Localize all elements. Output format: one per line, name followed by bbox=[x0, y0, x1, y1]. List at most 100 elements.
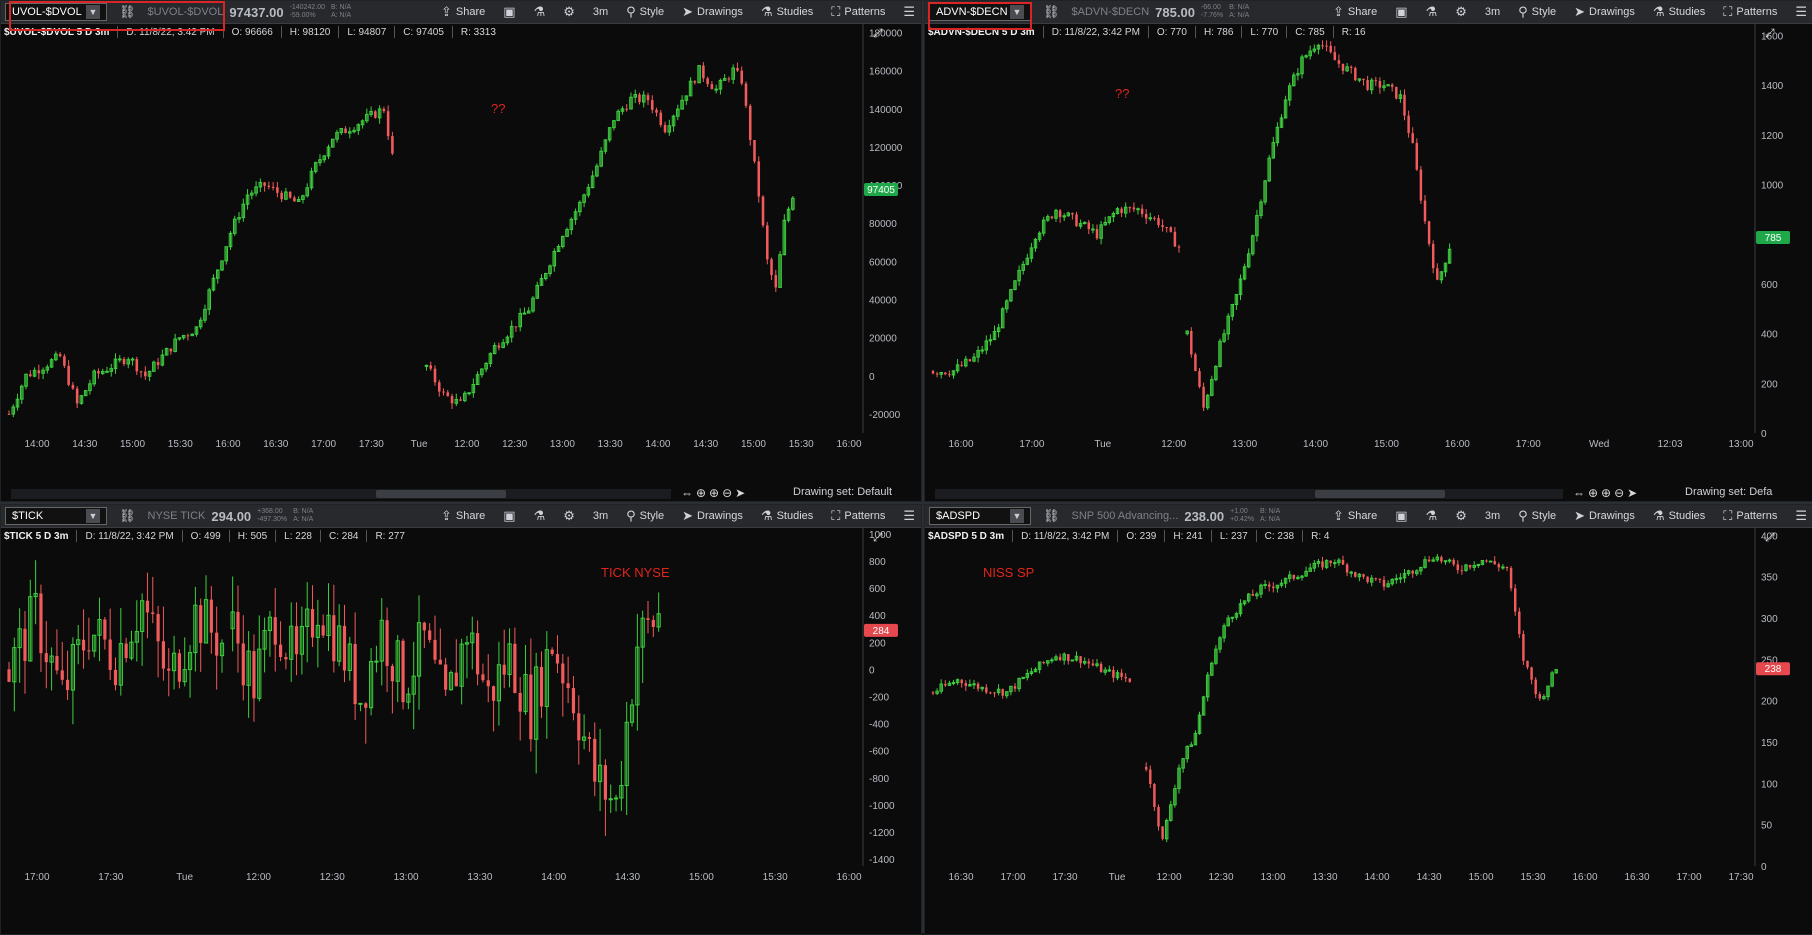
style-icon: ⚲ bbox=[626, 508, 636, 523]
x-tick-label: 15:30 bbox=[1520, 872, 1545, 883]
last-price-badge-text: 284 bbox=[873, 626, 890, 637]
settings-button[interactable]: ⚙ bbox=[1449, 3, 1473, 21]
symbol-selector[interactable]: $TICK ▼ bbox=[5, 507, 107, 525]
flask-button[interactable]: ⚗ bbox=[528, 3, 552, 21]
share-button[interactable]: ⇪ Share bbox=[435, 3, 491, 21]
y-tick-label: -800 bbox=[869, 774, 889, 785]
patterns-button[interactable]: ⛶ Patterns bbox=[825, 507, 891, 525]
drawings-button[interactable]: ➤ Drawings bbox=[676, 3, 749, 21]
chart-scrollbar[interactable] bbox=[11, 489, 671, 499]
chevron-down-icon[interactable]: ▼ bbox=[1010, 509, 1024, 523]
share-button[interactable]: ⇪ Share bbox=[435, 507, 491, 525]
candle-body bbox=[81, 639, 86, 651]
expand-icon[interactable]: ⤢ bbox=[1764, 530, 1775, 544]
net-change: +1.00 +0.42% bbox=[1230, 508, 1255, 523]
studies-button[interactable]: ⚗ Studies bbox=[755, 3, 819, 21]
link-icon[interactable]: ⛓ bbox=[1037, 507, 1066, 525]
chart-annotation[interactable]: ?? bbox=[491, 101, 505, 116]
settings-button[interactable]: ⚙ bbox=[1449, 507, 1473, 525]
drawing-set-label[interactable]: Drawing set: Default bbox=[793, 486, 892, 498]
candle-body bbox=[113, 669, 118, 686]
price-chart[interactable]: 40035030025020015010050016:30 17:00 17:30 T… bbox=[925, 527, 1812, 916]
share-icon: ⇪ bbox=[1332, 508, 1344, 523]
bid-ask: B: N/A A: N/A bbox=[330, 4, 352, 19]
symbol-selector[interactable]: $ADSPD ▼ bbox=[929, 507, 1031, 525]
x-tick-label: 12:30 bbox=[502, 439, 527, 450]
chevron-down-icon[interactable]: ▼ bbox=[86, 5, 100, 19]
drawings-button[interactable]: ➤ Drawings bbox=[1568, 507, 1641, 525]
flask-button[interactable]: ⚗ bbox=[1420, 507, 1444, 525]
candle-body bbox=[44, 653, 48, 663]
price-chart[interactable]: 1600140012001000800600400200016:0017:00T… bbox=[925, 23, 1812, 483]
menu-button[interactable]: ☰ bbox=[897, 507, 921, 525]
candle-body bbox=[757, 161, 761, 197]
style-button[interactable]: ⚲ Style bbox=[1512, 3, 1562, 21]
price-chart[interactable]: 10008006004002000-200-400-600-800-1000-1… bbox=[1, 527, 921, 916]
chart-annotation[interactable]: ?? bbox=[1115, 86, 1129, 101]
patterns-button[interactable]: ⛶ Patterns bbox=[825, 3, 891, 21]
settings-button[interactable]: ⚙ bbox=[557, 507, 581, 525]
menu-button[interactable]: ☰ bbox=[1789, 3, 1812, 21]
timeframe-button[interactable]: 3m bbox=[1479, 3, 1506, 21]
studies-button[interactable]: ⚗ Studies bbox=[1647, 507, 1711, 525]
candle-body bbox=[65, 679, 70, 691]
zoom-controls[interactable]: ⇔⊕⊕⊖➤ bbox=[681, 486, 748, 500]
snapshot-button[interactable]: ▣ bbox=[1389, 3, 1413, 21]
menu-button[interactable]: ☰ bbox=[897, 3, 921, 21]
style-button[interactable]: ⚲ Style bbox=[620, 3, 670, 21]
candle-body bbox=[1395, 86, 1398, 99]
price-chart[interactable]: 1800001600001400001200001000008000060000… bbox=[1, 23, 921, 483]
candle-body bbox=[555, 653, 560, 664]
candle-body bbox=[1112, 669, 1115, 678]
studies-button[interactable]: ⚗ Studies bbox=[755, 507, 819, 525]
link-icon[interactable]: ⛓ bbox=[1037, 3, 1066, 21]
candle-body bbox=[1333, 52, 1337, 61]
timeframe-button[interactable]: 3m bbox=[587, 3, 614, 21]
flask-icon: ⚗ bbox=[1652, 4, 1665, 19]
chevron-down-icon[interactable]: ▼ bbox=[86, 509, 100, 523]
expand-icon[interactable]: ⤢ bbox=[872, 26, 883, 40]
timeframe-button[interactable]: 3m bbox=[587, 507, 614, 525]
drawings-button[interactable]: ➤ Drawings bbox=[676, 507, 749, 525]
x-tick-label: 16:30 bbox=[948, 872, 973, 883]
flask-button[interactable]: ⚗ bbox=[1420, 3, 1444, 21]
settings-button[interactable]: ⚙ bbox=[557, 3, 581, 21]
chart-annotation[interactable]: TICK NYSE bbox=[601, 565, 670, 580]
share-button[interactable]: ⇪ Share bbox=[1327, 507, 1383, 525]
link-icon[interactable]: ⛓ bbox=[113, 507, 142, 525]
patterns-button[interactable]: ⛶ Patterns bbox=[1717, 3, 1783, 21]
zoom-controls[interactable]: ⇔⊕⊕⊖➤ bbox=[1573, 486, 1640, 500]
timeframe-button[interactable]: 3m bbox=[1479, 507, 1506, 525]
candle-body bbox=[1050, 659, 1054, 662]
snapshot-button[interactable]: ▣ bbox=[497, 3, 521, 21]
snapshot-button[interactable]: ▣ bbox=[497, 507, 521, 525]
y-tick-label: 1400 bbox=[1761, 81, 1784, 92]
studies-button[interactable]: ⚗ Studies bbox=[1647, 3, 1711, 21]
chart-annotation[interactable]: NISS SP bbox=[983, 565, 1034, 580]
chevron-down-icon[interactable]: ▼ bbox=[1010, 5, 1024, 19]
symbol-selector[interactable]: UVOL-$DVOL ▼ bbox=[5, 3, 107, 21]
expand-icon[interactable]: ⤢ bbox=[872, 530, 883, 544]
flask-button[interactable]: ⚗ bbox=[528, 507, 552, 525]
symbol-selector[interactable]: ADVN-$DECN ▼ bbox=[929, 3, 1031, 21]
patterns-button[interactable]: ⛶ Patterns bbox=[1717, 507, 1783, 525]
y-tick-label: 140000 bbox=[869, 105, 903, 116]
scroll-thumb[interactable] bbox=[1315, 490, 1445, 498]
flask-icon: ⚗ bbox=[1425, 4, 1438, 19]
drawing-set-label[interactable]: Drawing set: Defa bbox=[1685, 486, 1772, 498]
drawings-button[interactable]: ➤ Drawings bbox=[1568, 3, 1641, 21]
style-button[interactable]: ⚲ Style bbox=[1512, 507, 1562, 525]
scroll-thumb[interactable] bbox=[376, 490, 506, 498]
candle-body bbox=[1333, 562, 1337, 565]
snapshot-button[interactable]: ▣ bbox=[1389, 507, 1413, 525]
expand-icon[interactable]: ⤢ bbox=[1764, 26, 1775, 40]
x-tick-label: Wed bbox=[1589, 439, 1609, 450]
share-button[interactable]: ⇪ Share bbox=[1327, 3, 1383, 21]
menu-button[interactable]: ☰ bbox=[1789, 507, 1812, 525]
link-icon[interactable]: ⛓ bbox=[113, 3, 142, 21]
chart-scrollbar[interactable] bbox=[935, 489, 1563, 499]
style-button[interactable]: ⚲ Style bbox=[620, 507, 670, 525]
x-tick-label: 12:03 bbox=[1658, 439, 1683, 450]
candle-body bbox=[401, 640, 405, 703]
candle-body bbox=[1534, 679, 1537, 695]
